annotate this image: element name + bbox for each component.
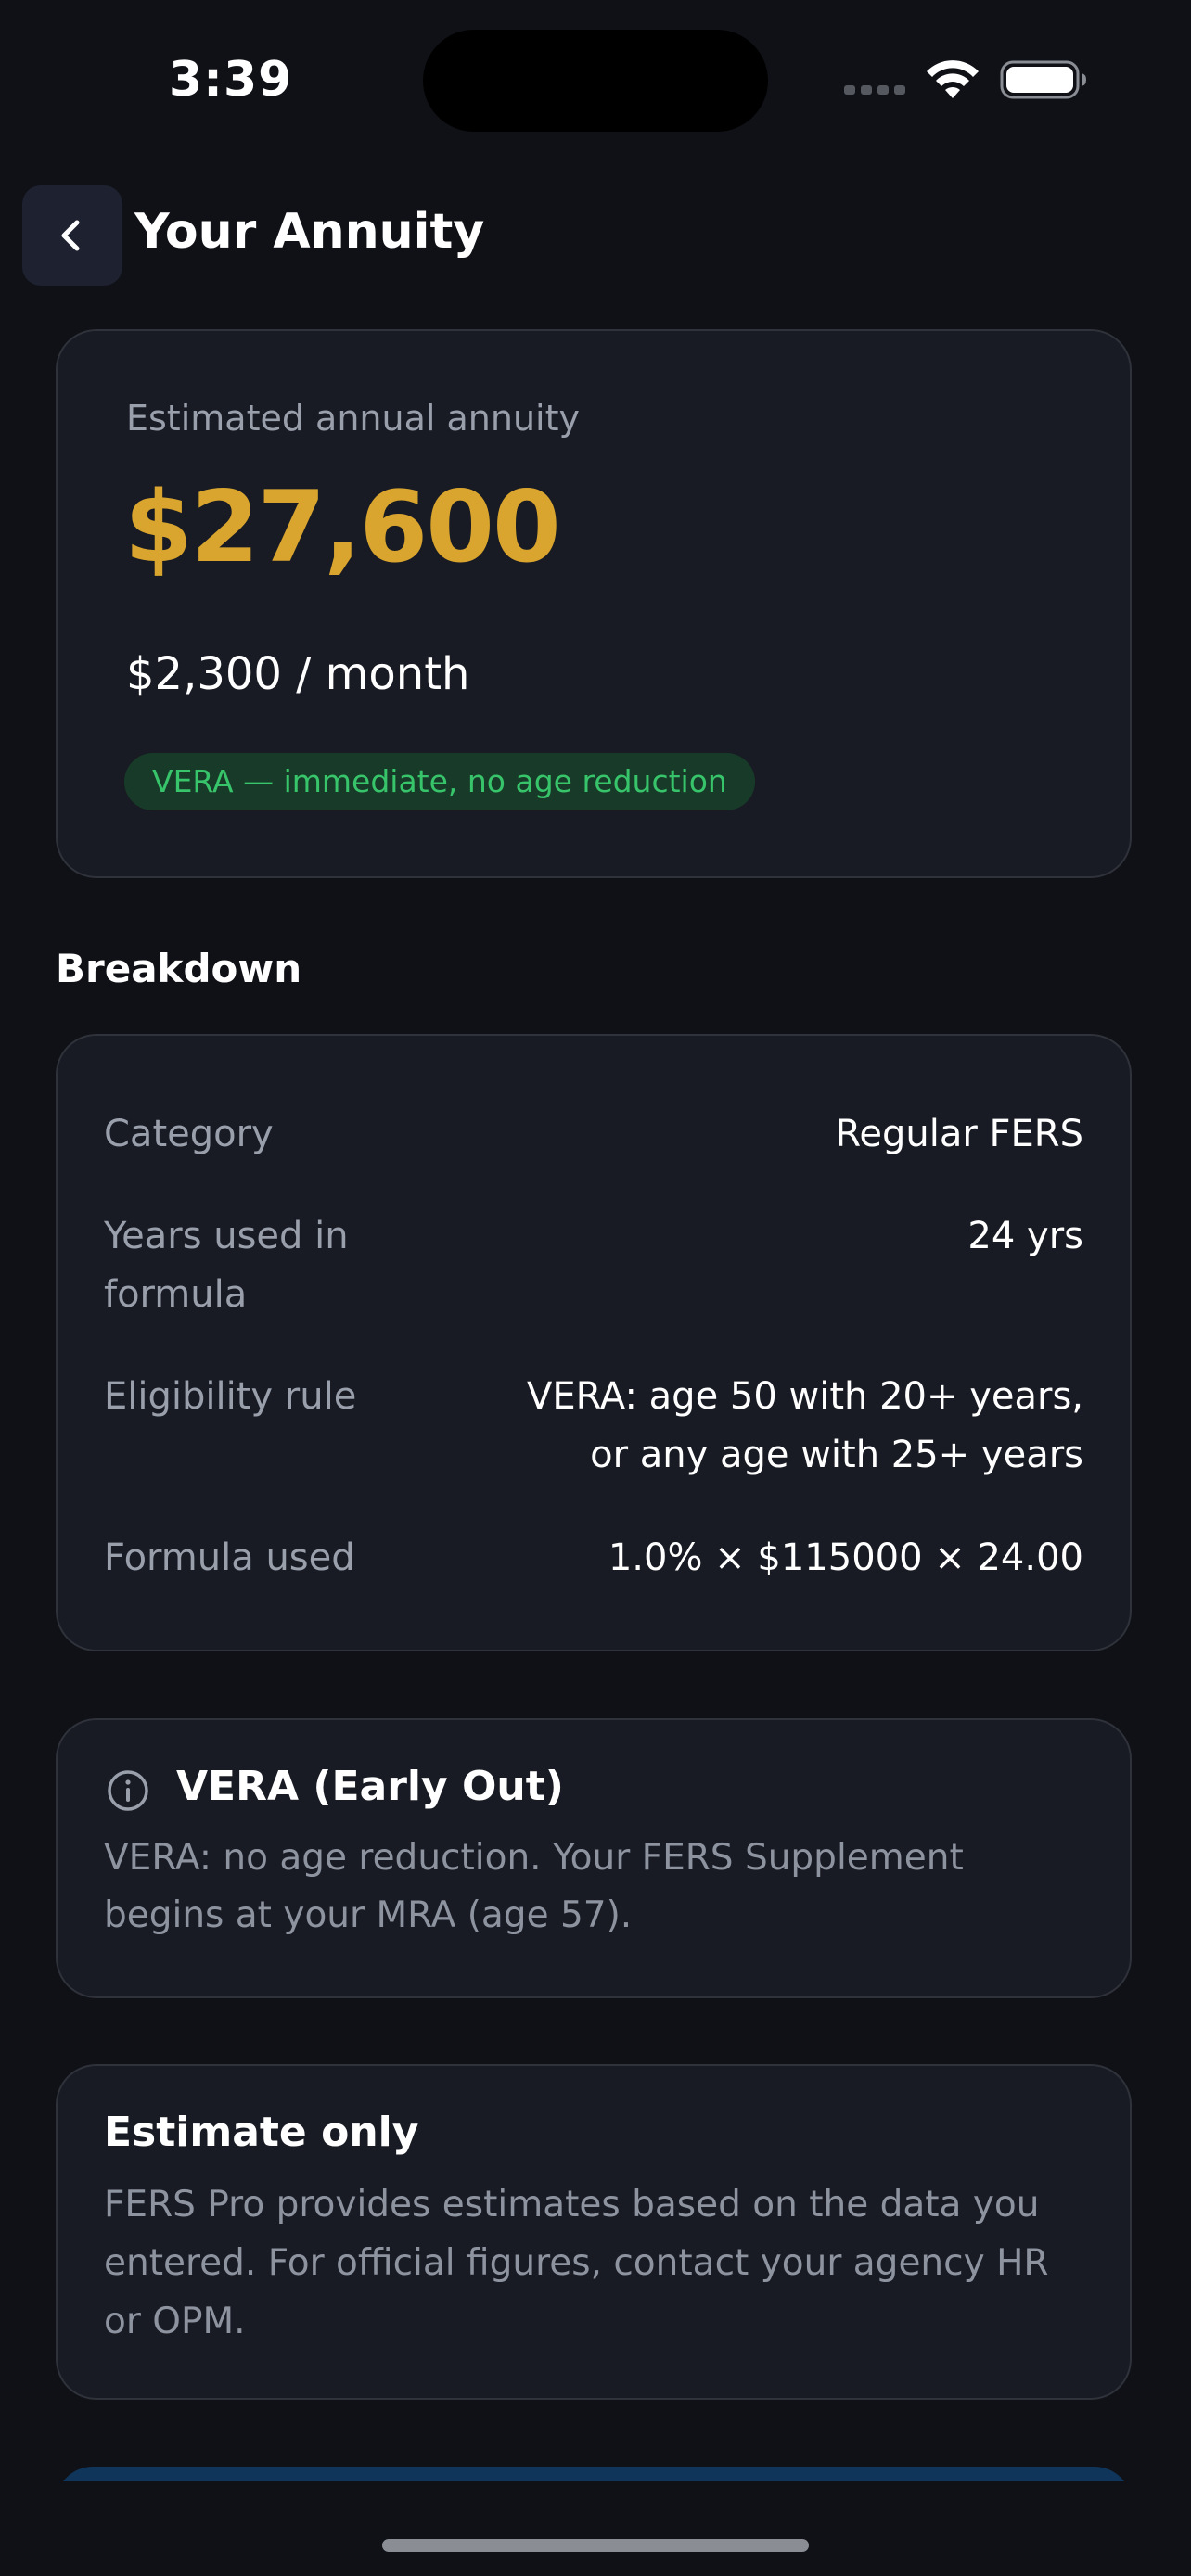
page-title: Your Annuity	[134, 204, 485, 260]
info-circle-icon	[108, 1770, 148, 1811]
breakdown-value: 24 yrs	[967, 1215, 1083, 1257]
breakdown-label: Eligibility rule	[104, 1375, 357, 1418]
cellular-signal-icon	[844, 85, 905, 96]
estimate-notice-card: Estimate only FERS Pro provides estimate…	[56, 2064, 1132, 2400]
dynamic-island	[423, 30, 768, 132]
vera-info-card: VERA (Early Out) VERA: no age reduction.…	[56, 1718, 1132, 1998]
breakdown-value: VERA: age 50 with 20+ years, or any age …	[527, 1375, 1083, 1476]
estimate-notice-title: Estimate only	[104, 2109, 419, 2156]
bottom-safe-area	[0, 2481, 1191, 2576]
breakdown-row-years: Years used in formula 24 yrs	[104, 1207, 1083, 1324]
status-time: 3:39	[169, 52, 293, 108]
status-bar: 3:39	[0, 0, 1191, 158]
estimate-notice-body: FERS Pro provides estimates based on the…	[104, 2184, 1049, 2342]
breakdown-row-category: Category Regular FERS	[104, 1105, 1083, 1164]
vera-info-title: VERA (Early Out)	[176, 1763, 564, 1810]
annuity-label: Estimated annual annuity	[126, 398, 580, 439]
breakdown-label: Years used in formula	[104, 1215, 349, 1316]
breakdown-label: Category	[104, 1113, 274, 1155]
annuity-amount: $27,600	[124, 470, 561, 584]
breakdown-row-eligibility: Eligibility rule VERA: age 50 with 20+ y…	[104, 1368, 1083, 1485]
breakdown-label: Formula used	[104, 1537, 355, 1579]
wifi-icon	[927, 60, 979, 98]
vera-info-body: VERA: no age reduction. Your FERS Supple…	[104, 1837, 964, 1936]
breakdown-card: Category Regular FERS Years used in form…	[56, 1034, 1132, 1651]
vera-status-badge: VERA — immediate, no age reduction	[124, 753, 755, 810]
annuity-summary-card: Estimated annual annuity $27,600 $2,300 …	[56, 329, 1132, 878]
chevron-left-icon	[61, 220, 80, 251]
annuity-monthly: $2,300 / month	[126, 648, 470, 700]
home-indicator[interactable]	[382, 2539, 809, 2552]
breakdown-value: 1.0% × $115000 × 24.00	[608, 1537, 1083, 1579]
battery-icon	[1000, 60, 1086, 99]
breakdown-row-formula: Formula used 1.0% × $115000 × 24.00	[104, 1529, 1083, 1588]
breakdown-value: Regular FERS	[835, 1113, 1083, 1155]
back-button[interactable]	[22, 185, 122, 286]
breakdown-heading: Breakdown	[56, 946, 302, 991]
